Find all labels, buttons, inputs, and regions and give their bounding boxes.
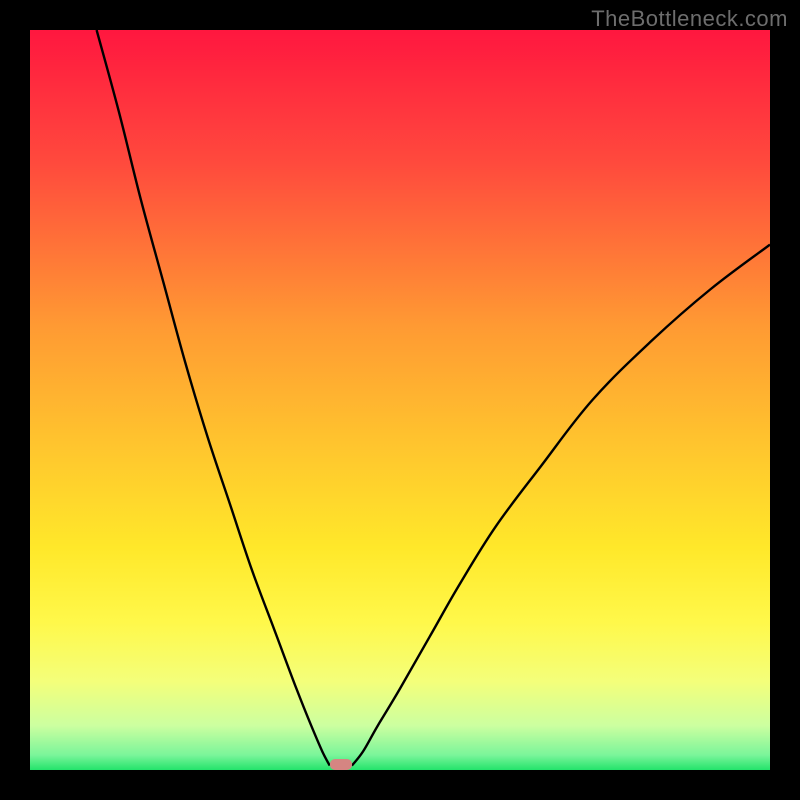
- curve-left-branch: [97, 30, 330, 766]
- curve-svg: [30, 30, 770, 770]
- bottleneck-marker: [330, 759, 352, 770]
- plot-area: [30, 30, 770, 770]
- curve-right-branch: [352, 245, 770, 766]
- watermark-text: TheBottleneck.com: [591, 6, 788, 32]
